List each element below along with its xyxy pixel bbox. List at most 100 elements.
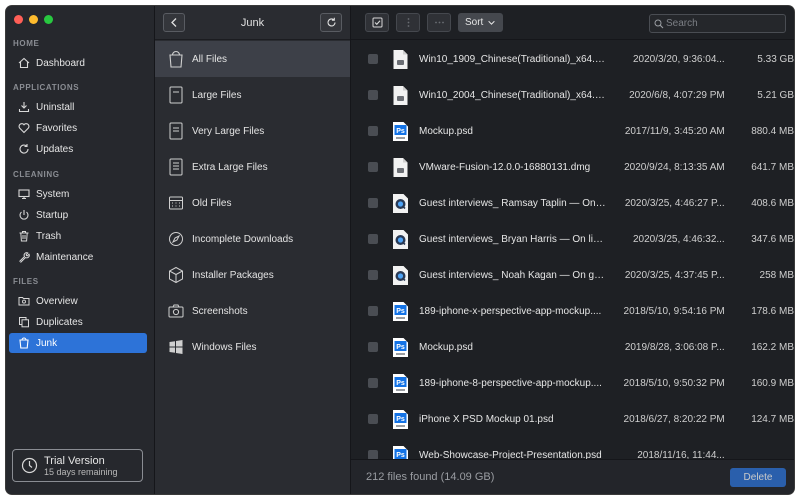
sidebar-item-label: Updates [36, 143, 74, 155]
row-checkbox[interactable] [368, 342, 378, 352]
row-checkbox[interactable] [368, 162, 378, 172]
row-checkbox[interactable] [368, 414, 378, 424]
file-date: 2020/3/25, 4:46:27 P... [624, 197, 725, 209]
package-icon [169, 266, 183, 284]
category-screenshots[interactable]: Screenshots [155, 293, 350, 329]
file-size: 5.33 GB [757, 53, 794, 65]
sidebar-item-duplicates[interactable]: Duplicates [9, 312, 147, 332]
category-header: Junk [155, 6, 350, 40]
table-row[interactable]: Ps Mockup.psd 2019/8/28, 3:06:08 P... 162.2… [351, 329, 794, 365]
section-files: FILES [13, 277, 39, 286]
sidebar-item-trash[interactable]: Trash [9, 226, 147, 246]
sidebar-item-updates[interactable]: Updates [9, 139, 147, 159]
power-icon [19, 210, 29, 220]
rescan-button[interactable] [320, 13, 342, 32]
svg-text:Ps: Ps [396, 128, 405, 135]
table-row[interactable]: Guest interviews_ Ramsay Taplin — On st.… [351, 185, 794, 221]
sort-dropdown[interactable]: Sort [458, 13, 503, 32]
category-old-files[interactable]: Old Files [155, 185, 350, 221]
category-windows-files[interactable]: Windows Files [155, 329, 350, 365]
search-box[interactable] [649, 14, 786, 33]
home-icon [18, 57, 30, 69]
refresh-icon [19, 144, 29, 154]
table-row[interactable]: Win10_2004_Chinese(Traditional)_x64.iso 2… [351, 77, 794, 113]
file-name: Web-Showcase-Project-Presentation.psd [419, 449, 602, 460]
sidebar-item-label: System [36, 188, 70, 200]
psd-icon: Ps [393, 409, 408, 429]
row-checkbox[interactable] [368, 450, 378, 459]
file-icon [169, 86, 183, 104]
close-window-button[interactable] [14, 15, 23, 24]
table-row[interactable]: VMware-Fusion-12.0.0-16880131.dmg 2020/9/… [351, 149, 794, 185]
sidebar-item-system[interactable]: System [9, 184, 147, 204]
trial-version-badge[interactable]: Trial Version 15 days remaining [12, 449, 143, 482]
svg-text:Ps: Ps [396, 308, 405, 315]
category-label: Windows Files [192, 341, 257, 353]
row-checkbox[interactable] [368, 90, 378, 100]
search-input[interactable] [666, 18, 781, 29]
category-large-files[interactable]: Large Files [155, 77, 350, 113]
row-checkbox[interactable] [368, 54, 378, 64]
table-row[interactable]: Ps Mockup.psd 2017/11/9, 3:45:20 AM 880.4 M… [351, 113, 794, 149]
category-incomplete-downloads[interactable]: Incomplete Downloads [155, 221, 350, 257]
file-size: 258 MB [759, 269, 794, 281]
row-checkbox[interactable] [368, 126, 378, 136]
file-list-panel: Sort Win10_1909_Chinese(Traditional)_x64… [351, 6, 794, 494]
window-controls [14, 15, 53, 24]
table-row[interactable]: Win10_1909_Chinese(Traditional)_x64.iso 2… [351, 41, 794, 77]
calendar-icon [169, 196, 183, 210]
table-row[interactable]: Guest interviews_ Bryan Harris — On list… [351, 221, 794, 257]
psd-icon: Ps [393, 337, 408, 357]
sidebar-item-junk[interactable]: Junk [9, 333, 147, 353]
camera-icon [168, 304, 184, 318]
psd-icon: Ps [393, 121, 408, 141]
duplicate-icon [19, 317, 29, 328]
row-checkbox[interactable] [368, 306, 378, 316]
sidebar-item-startup[interactable]: Startup [9, 205, 147, 225]
file-size: 880.4 MB [751, 125, 794, 137]
sidebar-item-uninstall[interactable]: Uninstall [9, 97, 147, 117]
sidebar-item-overview[interactable]: Overview [9, 291, 147, 311]
trial-subtitle: 15 days remaining [44, 466, 118, 477]
psd-icon: Ps [393, 445, 408, 459]
category-label: Incomplete Downloads [192, 233, 294, 245]
back-button[interactable] [163, 13, 185, 32]
file-size: 124.7 MB [751, 413, 794, 425]
category-installer-packages[interactable]: Installer Packages [155, 257, 350, 293]
file-date: 2020/6/8, 4:07:29 PM [629, 89, 725, 101]
quicktime-icon [393, 193, 408, 213]
category-label: Screenshots [192, 305, 248, 317]
select-all-button[interactable] [365, 13, 389, 32]
sidebar-item-label: Favorites [36, 122, 78, 134]
file-size: 5.21 GB [757, 89, 794, 101]
section-cleaning: CLEANING [13, 170, 60, 179]
sidebar-item-favorites[interactable]: Favorites [9, 118, 147, 138]
category-all-files[interactable]: All Files [155, 41, 350, 77]
minimize-window-button[interactable] [29, 15, 38, 24]
more-options-button[interactable] [396, 13, 420, 32]
sidebar: HOME Dashboard APPLICATIONS Uninstall Fa… [6, 6, 155, 494]
table-row[interactable]: Ps iPhone X PSD Mockup 01.psd 2018/6/27, 8… [351, 401, 794, 437]
category-extra-large-files[interactable]: Extra Large Files [155, 149, 350, 185]
file-count: 212 files found (14.09 GB) [366, 471, 495, 483]
file-date: 2018/11/16, 11:44... [637, 449, 725, 460]
sidebar-item-label: Startup [36, 209, 69, 221]
actions-button[interactable] [427, 13, 451, 32]
category-very-large-files[interactable]: Very Large Files [155, 113, 350, 149]
table-row[interactable]: Ps 189-iphone-8-perspective-app-mockup...… [351, 365, 794, 401]
file-name: Guest interviews_ Noah Kagan — On gro... [419, 269, 606, 281]
delete-button[interactable]: Delete [730, 468, 786, 487]
category-label: Installer Packages [192, 269, 274, 281]
sidebar-item-maintenance[interactable]: Maintenance [9, 247, 147, 267]
zoom-window-button[interactable] [44, 15, 53, 24]
row-checkbox[interactable] [368, 198, 378, 208]
table-row[interactable]: Ps Web-Showcase-Project-Presentation.psd 2… [351, 437, 794, 459]
row-checkbox[interactable] [368, 378, 378, 388]
table-row[interactable]: Guest interviews_ Noah Kagan — On gro...… [351, 257, 794, 293]
bucket-icon [19, 337, 29, 349]
table-row[interactable]: Ps 189-iphone-x-perspective-app-mockup...… [351, 293, 794, 329]
row-checkbox[interactable] [368, 234, 378, 244]
sidebar-item-dashboard[interactable]: Dashboard [9, 53, 147, 73]
file-size: 347.6 MB [751, 233, 794, 245]
row-checkbox[interactable] [368, 270, 378, 280]
